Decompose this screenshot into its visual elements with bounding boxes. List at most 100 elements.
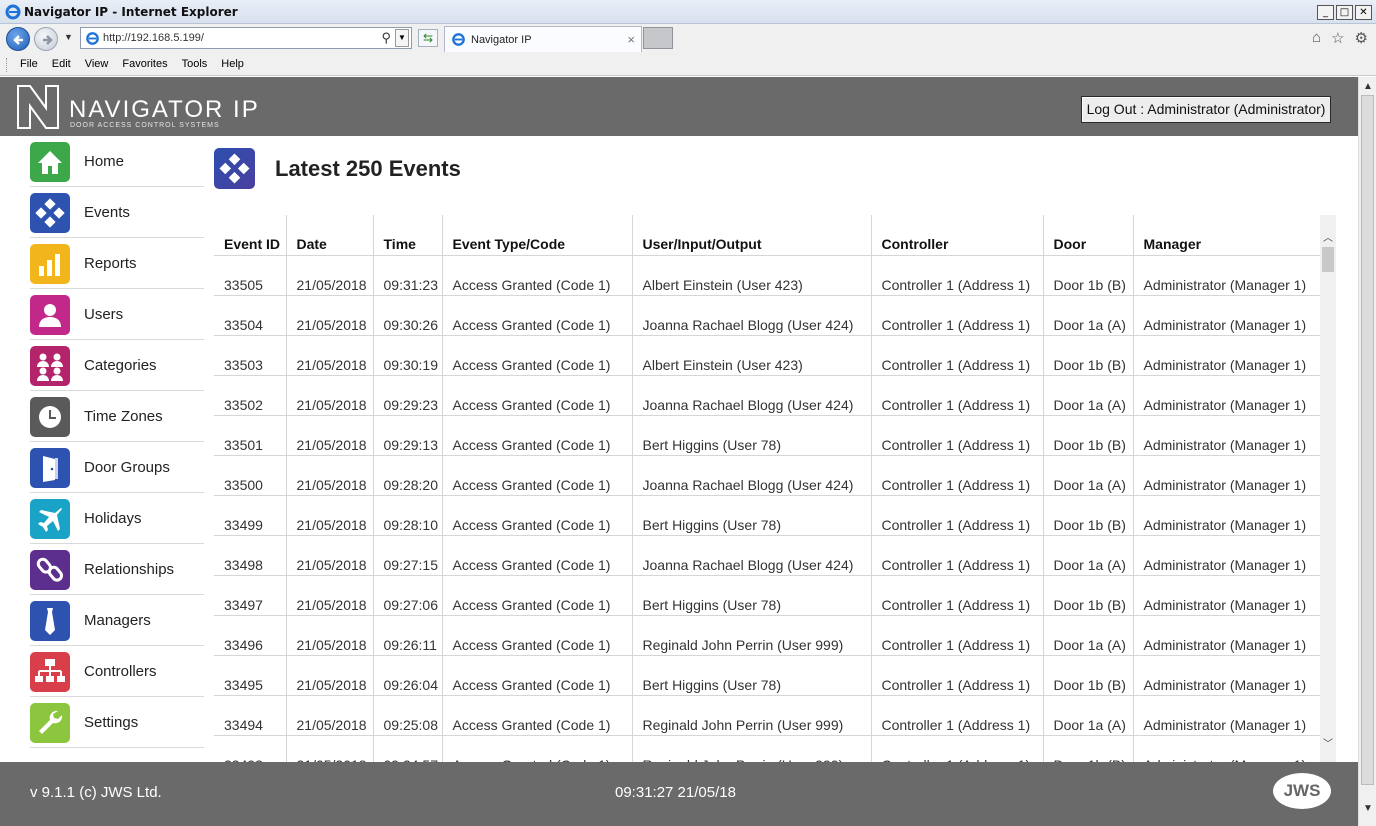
search-icon[interactable]: ⚲: [381, 30, 391, 46]
events-table-container[interactable]: Event ID Date Time Event Type/Code User/…: [214, 215, 1336, 762]
cell-date: 21/05/2018: [285, 655, 373, 696]
cell-controller: Controller 1 (Address 1): [870, 375, 1043, 416]
cell-event-type: Access Granted (Code 1): [441, 255, 632, 296]
browser-tab[interactable]: Navigator IP ×: [444, 26, 642, 52]
scrollbar-thumb[interactable]: [1322, 247, 1334, 272]
column-header-controller[interactable]: Controller: [870, 215, 1043, 256]
cell-event-type: Access Granted (Code 1): [441, 615, 632, 656]
cell-controller: Controller 1 (Address 1): [870, 535, 1043, 576]
events-table-body: 33505 21/05/2018 09:31:23 Access Granted (C…: [214, 255, 1320, 762]
brand-subtitle: DOOR ACCESS CONTROL SYSTEMS: [70, 122, 220, 129]
cell-user: Reginald John Perrin (User 999): [631, 615, 871, 656]
sidebar-item-settings[interactable]: Settings: [30, 697, 204, 748]
back-button[interactable]: [6, 27, 30, 51]
sidebar-item-time-zones[interactable]: Time Zones: [30, 391, 204, 442]
address-dropdown-icon[interactable]: ▼: [395, 29, 409, 47]
menu-help[interactable]: Help: [215, 58, 250, 70]
refresh-button[interactable]: ⇆: [418, 29, 438, 47]
sidebar-item-label: Holidays: [84, 510, 142, 527]
cell-date: 21/05/2018: [285, 575, 373, 616]
table-row[interactable]: 33504 21/05/2018 09:30:26 Access Granted (C…: [214, 295, 1320, 336]
column-header-door[interactable]: Door: [1042, 215, 1133, 256]
table-row[interactable]: 33498 21/05/2018 09:27:15 Access Granted (C…: [214, 535, 1320, 576]
home-icon[interactable]: ⌂: [1312, 29, 1321, 47]
column-header-event-id[interactable]: Event ID: [214, 215, 286, 256]
cell-manager: Administrator (Manager 1): [1132, 415, 1320, 456]
star-icon[interactable]: ☆: [1331, 29, 1344, 47]
tie-icon: [30, 601, 70, 641]
table-row[interactable]: 33500 21/05/2018 09:28:20 Access Granted (C…: [214, 455, 1320, 496]
table-row[interactable]: 33494 21/05/2018 09:25:08 Access Granted (C…: [214, 695, 1320, 736]
cell-manager: Administrator (Manager 1): [1132, 535, 1320, 576]
table-row[interactable]: 3349321/05/201809:24:57Access Granted (C…: [214, 735, 1320, 762]
url-text[interactable]: http://192.168.5.199/: [103, 32, 204, 44]
sidebar-item-reports[interactable]: Reports: [30, 238, 204, 289]
sidebar-item-label: Time Zones: [84, 408, 163, 425]
cell-time: 09:26:04: [372, 655, 442, 696]
sidebar-item-users[interactable]: Users: [30, 289, 204, 340]
sidebar-item-door-groups[interactable]: Door Groups: [30, 442, 204, 493]
sidebar-item-events[interactable]: Events: [30, 187, 204, 238]
history-dropdown-icon[interactable]: ▼: [64, 32, 73, 42]
maximize-button[interactable]: □: [1336, 5, 1353, 20]
app-header: NAVIGATOR IP DOOR ACCESS CONTROL SYSTEMS…: [0, 77, 1358, 136]
column-header-user[interactable]: User/Input/Output: [631, 215, 871, 256]
table-row[interactable]: 33496 21/05/2018 09:26:11 Access Granted (C…: [214, 615, 1320, 656]
scroll-up-icon[interactable]: ▲: [1363, 81, 1373, 92]
table-row[interactable]: 33499 21/05/2018 09:28:10 Access Granted (C…: [214, 495, 1320, 536]
cell-manager: Administrator (Manager 1): [1132, 495, 1320, 536]
page-scrollbar[interactable]: ▲ ▼: [1358, 77, 1376, 826]
cell-user: Bert Higgins (User 78): [631, 495, 871, 536]
menu-edit[interactable]: Edit: [46, 58, 77, 70]
new-tab-button[interactable]: [643, 27, 673, 49]
chevron-up-icon[interactable]: ︿: [1323, 229, 1333, 244]
scroll-down-icon[interactable]: ▼: [1363, 803, 1373, 814]
forward-button[interactable]: [34, 27, 58, 51]
column-header-time[interactable]: Time: [372, 215, 442, 256]
cell-controller: Controller 1 (Address 1): [870, 255, 1043, 296]
column-header-event-type[interactable]: Event Type/Code: [441, 215, 632, 256]
table-scrollbar[interactable]: ︿ ﹀: [1320, 215, 1336, 762]
cell-controller: Controller 1 (Address 1): [870, 495, 1043, 536]
sidebar-item-holidays[interactable]: Holidays: [30, 493, 204, 544]
cell-event-type: Access Granted (Code 1): [441, 575, 632, 616]
cell-controller: Controller 1 (Address 1): [870, 695, 1043, 736]
table-row[interactable]: 33501 21/05/2018 09:29:13 Access Granted (C…: [214, 415, 1320, 456]
table-row[interactable]: 33497 21/05/2018 09:27:06 Access Granted (C…: [214, 575, 1320, 616]
sidebar-item-home[interactable]: Home: [30, 136, 204, 187]
gear-icon[interactable]: ⚙: [1355, 29, 1368, 47]
logout-button[interactable]: Log Out : Administrator (Administrator): [1081, 96, 1331, 123]
menu-file[interactable]: File: [14, 58, 44, 70]
cell-door: Door 1a (A): [1042, 295, 1133, 336]
cell-event-id: 33501: [214, 415, 286, 456]
column-header-date[interactable]: Date: [285, 215, 373, 256]
table-row[interactable]: 33495 21/05/2018 09:26:04 Access Granted (C…: [214, 655, 1320, 696]
cell-date: 21/05/2018: [285, 255, 373, 296]
page-scrollbar-thumb[interactable]: [1361, 95, 1374, 785]
cell-event-type: Access Granted (Code 1): [441, 735, 632, 762]
sidebar-item-categories[interactable]: Categories: [30, 340, 204, 391]
minimize-button[interactable]: _: [1317, 5, 1334, 20]
chevron-down-icon[interactable]: ﹀: [1323, 735, 1333, 750]
cell-time: 09:25:08: [372, 695, 442, 736]
cell-controller: Controller 1 (Address 1): [870, 295, 1043, 336]
menu-view[interactable]: View: [79, 58, 115, 70]
cell-user: Bert Higgins (User 78): [631, 655, 871, 696]
sidebar-item-controllers[interactable]: Controllers: [30, 646, 204, 697]
menu-favorites[interactable]: Favorites: [116, 58, 173, 70]
menu-grip: [6, 58, 9, 72]
cell-event-type: Access Granted (Code 1): [441, 415, 632, 456]
column-header-manager[interactable]: Manager: [1132, 215, 1320, 256]
cell-event-type: Access Granted (Code 1): [441, 335, 632, 376]
cell-user: Joanna Rachael Blogg (User 424): [631, 295, 871, 336]
address-bar[interactable]: http://192.168.5.199/ ⚲ ▼: [80, 27, 412, 49]
table-row[interactable]: 33503 21/05/2018 09:30:19 Access Granted (C…: [214, 335, 1320, 376]
sidebar-item-relationships[interactable]: Relationships: [30, 544, 204, 595]
table-row[interactable]: 33502 21/05/2018 09:29:23 Access Granted (C…: [214, 375, 1320, 416]
close-window-button[interactable]: ✕: [1355, 5, 1372, 20]
cell-date: 21/05/2018: [285, 455, 373, 496]
menu-tools[interactable]: Tools: [176, 58, 214, 70]
table-row[interactable]: 33505 21/05/2018 09:31:23 Access Granted (C…: [214, 255, 1320, 296]
tab-close-icon[interactable]: ×: [627, 32, 635, 47]
sidebar-item-managers[interactable]: Managers: [30, 595, 204, 646]
